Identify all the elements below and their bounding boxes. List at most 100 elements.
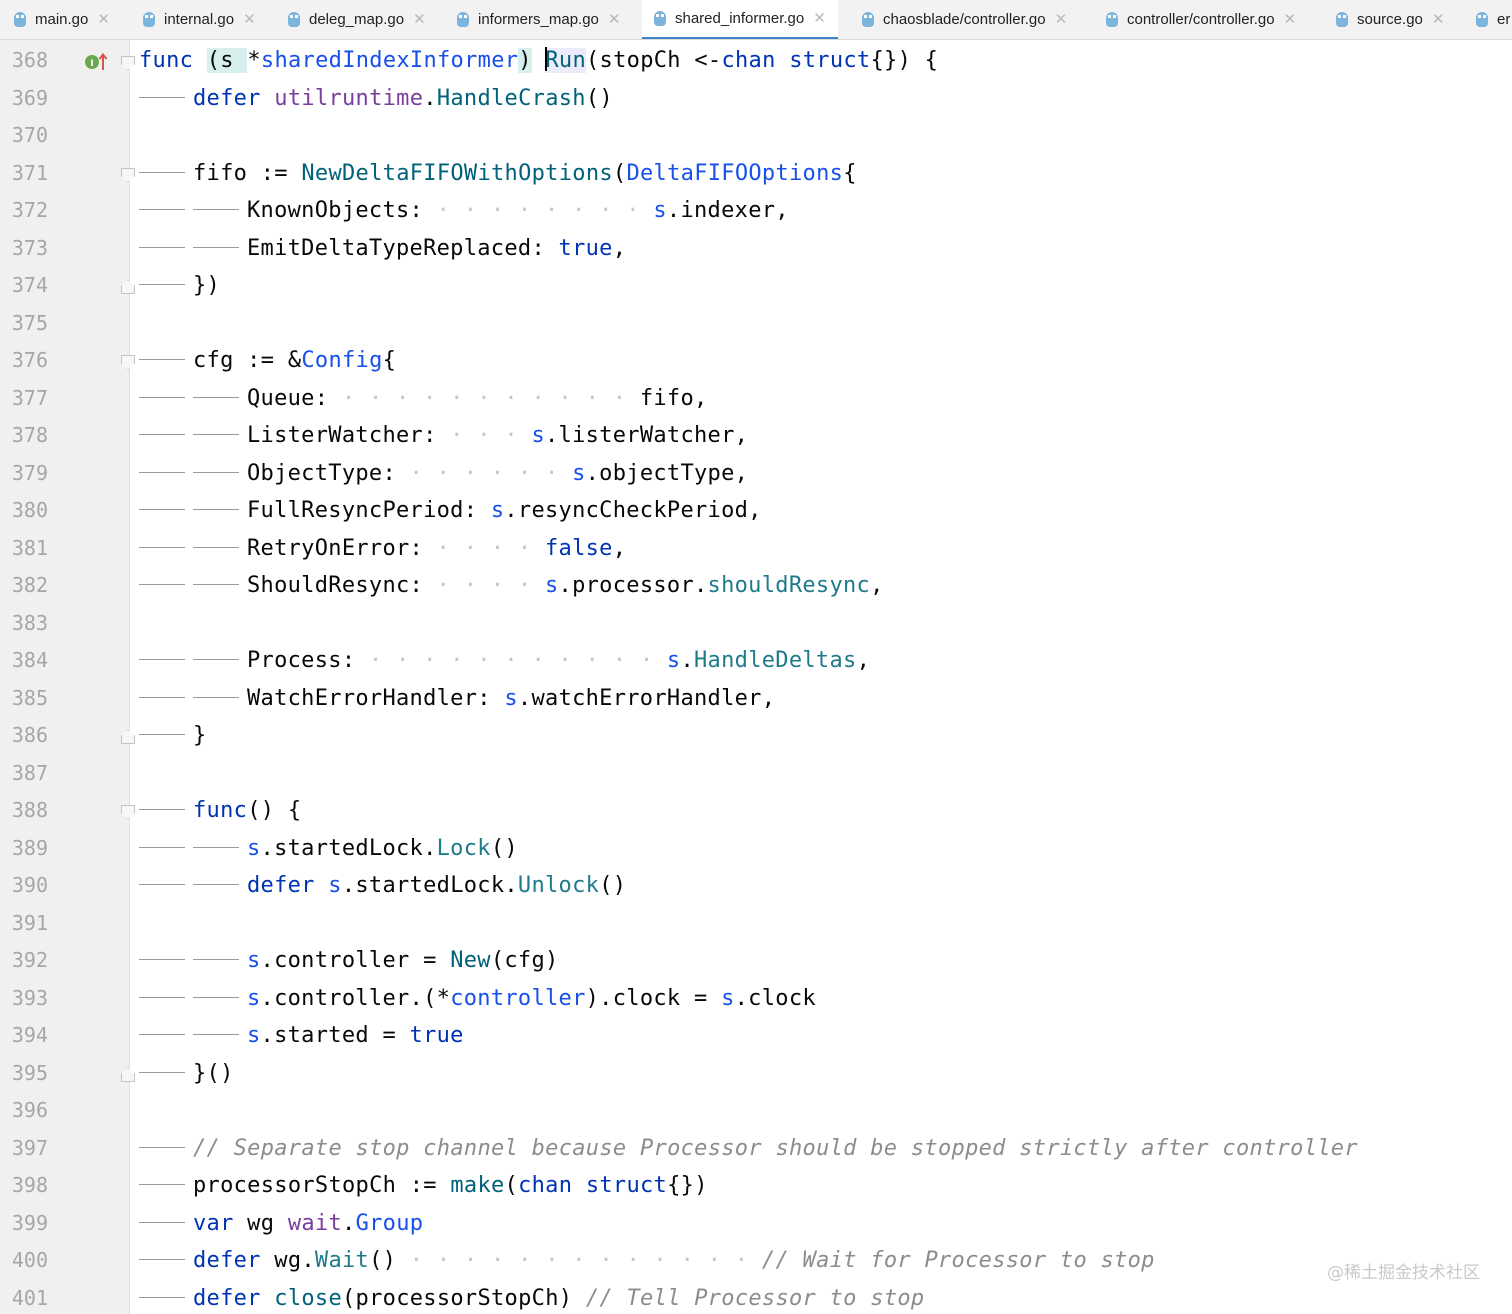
line-number: 394 — [11, 1023, 48, 1047]
code-line[interactable]: 395 }() — [0, 1055, 1512, 1093]
go-file-icon — [1106, 12, 1118, 27]
code-text: var wg wait.Group — [139, 1205, 423, 1243]
go-file-icon — [862, 12, 874, 27]
code-line[interactable]: 399 var wg wait.Group — [0, 1205, 1512, 1243]
code-line[interactable]: 370 — [0, 117, 1512, 155]
code-line[interactable]: 390 defer s.startedLock.Unlock() — [0, 867, 1512, 905]
close-icon[interactable]: ✕ — [1432, 10, 1445, 30]
close-icon[interactable]: ✕ — [243, 10, 256, 30]
code-line[interactable]: 383 — [0, 605, 1512, 643]
code-line[interactable]: 368 func (s *sharedIndexInformer) Run(st… — [0, 42, 1512, 80]
code-text: // Separate stop channel because Process… — [139, 1130, 1358, 1168]
code-line[interactable]: 393 s.controller.(*controller).clock = s… — [0, 980, 1512, 1018]
go-file-icon — [1476, 12, 1488, 27]
code-line[interactable]: 401 defer close(processorStopCh) // Tell… — [0, 1280, 1512, 1314]
code-line[interactable]: 387 — [0, 755, 1512, 793]
code-line[interactable]: 374 }) — [0, 267, 1512, 305]
line-number: 370 — [11, 123, 48, 147]
code-line[interactable]: 386 } — [0, 717, 1512, 755]
code-line[interactable]: 380 FullResyncPeriod: s.resyncCheckPerio… — [0, 492, 1512, 530]
code-text: defer s.startedLock.Unlock() — [139, 867, 626, 905]
tab-label: shared_informer.go — [675, 9, 805, 27]
code-line[interactable]: 376 cfg := &Config{ — [0, 342, 1512, 380]
line-number: 369 — [11, 85, 48, 110]
tab-internal-go[interactable]: internal.go ✕ — [143, 0, 256, 39]
implementation-up-icon[interactable]: I — [84, 52, 108, 72]
svg-text:I: I — [90, 59, 93, 69]
line-number: 379 — [11, 460, 48, 485]
code-text: defer close(processorStopCh) // Tell Pro… — [139, 1280, 924, 1314]
code-text: defer wg.Wait() · · · · · · · · · · · · … — [139, 1242, 1155, 1280]
close-icon[interactable]: ✕ — [1284, 10, 1297, 30]
line-number: 399 — [11, 1210, 48, 1235]
code-line[interactable]: 375 — [0, 305, 1512, 343]
code-text: ShouldResync: · · · · s.processor.should… — [139, 567, 884, 605]
close-icon[interactable]: ✕ — [608, 10, 621, 30]
code-line[interactable]: 388 func() { — [0, 792, 1512, 830]
close-icon[interactable]: ✕ — [1055, 10, 1068, 30]
code-text: s.controller.(*controller).clock = s.clo… — [139, 980, 816, 1018]
code-line[interactable]: 394 s.started = true — [0, 1017, 1512, 1055]
code-text: s.controller = New(cfg) — [139, 942, 559, 980]
line-number: 388 — [11, 798, 48, 822]
code-editor[interactable]: 368 func (s *sharedIndexInformer) Run(st… — [0, 40, 1512, 1314]
code-line[interactable]: 396 — [0, 1092, 1512, 1130]
tab-chaosblade-controller-go[interactable]: chaosblade/controller.go ✕ — [862, 0, 1067, 39]
tab-shared-informer-go[interactable]: shared_informer.go ✕ — [642, 0, 838, 39]
line-number: 377 — [11, 385, 48, 410]
line-number: 381 — [11, 535, 48, 560]
tab-deleg-map-go[interactable]: deleg_map.go ✕ — [288, 0, 426, 39]
code-line[interactable]: 372 KnownObjects: · · · · · · · · s.inde… — [0, 192, 1512, 230]
code-line[interactable]: 384 Process: · · · · · · · · · · · s.Han… — [0, 642, 1512, 680]
code-text: RetryOnError: · · · · false, — [139, 530, 626, 568]
code-line[interactable]: 392 s.controller = New(cfg) — [0, 942, 1512, 980]
code-text: cfg := &Config{ — [139, 342, 396, 380]
tab-label: main.go — [35, 10, 89, 28]
code-text: }() — [139, 1055, 234, 1093]
close-icon[interactable]: ✕ — [413, 10, 426, 30]
code-line[interactable]: 373 EmitDeltaTypeReplaced: true, — [0, 230, 1512, 268]
code-line[interactable]: 371 fifo := NewDeltaFIFOWithOptions(Delt… — [0, 155, 1512, 193]
line-number: 368 — [11, 48, 48, 72]
code-text: }) — [139, 267, 220, 305]
code-text: WatchErrorHandler: s.watchErrorHandler, — [139, 680, 775, 718]
tab-informers-map-go[interactable]: informers_map.go ✕ — [457, 0, 620, 39]
code-text: func() { — [139, 792, 301, 830]
tab-label: source.go — [1357, 10, 1423, 28]
tab-main-go[interactable]: main.go ✕ — [14, 0, 110, 39]
code-line[interactable]: 382 ShouldResync: · · · · s.processor.sh… — [0, 567, 1512, 605]
code-line[interactable]: 400 defer wg.Wait() · · · · · · · · · · … — [0, 1242, 1512, 1280]
close-icon[interactable]: ✕ — [97, 10, 110, 30]
watermark: @稀土掘金技术社区 — [1327, 1263, 1480, 1283]
tab-source-go[interactable]: source.go ✕ — [1336, 0, 1444, 39]
close-icon[interactable]: ✕ — [813, 9, 826, 29]
code-text: EmitDeltaTypeReplaced: true, — [139, 230, 626, 268]
line-number: 374 — [11, 273, 48, 297]
code-text: fifo := NewDeltaFIFOWithOptions(DeltaFIF… — [139, 155, 857, 193]
tab-label: deleg_map.go — [309, 10, 405, 28]
code-line[interactable]: 381 RetryOnError: · · · · false, — [0, 530, 1512, 568]
code-line[interactable]: 397 // Separate stop channel because Pro… — [0, 1130, 1512, 1168]
editor-tab-bar: main.go ✕ internal.go ✕ deleg_map.go ✕ i… — [0, 0, 1512, 40]
code-line[interactable]: 398 processorStopCh := make(chan struct{… — [0, 1167, 1512, 1205]
tab-label: controller/controller.go — [1127, 10, 1275, 28]
tab-controller-controller-go[interactable]: controller/controller.go ✕ — [1106, 0, 1296, 39]
code-text: KnownObjects: · · · · · · · · s.indexer, — [139, 192, 789, 230]
go-file-icon — [457, 12, 469, 27]
code-text: s.startedLock.Lock() — [139, 830, 518, 868]
line-number: 397 — [11, 1135, 48, 1160]
tab-truncated[interactable]: er — [1476, 0, 1510, 39]
code-line[interactable]: 369 defer utilruntime.HandleCrash() — [0, 80, 1512, 118]
line-number: 385 — [11, 685, 48, 710]
line-number: 375 — [11, 310, 48, 335]
code-line[interactable]: 389 s.startedLock.Lock() — [0, 830, 1512, 868]
code-text: FullResyncPeriod: s.resyncCheckPeriod, — [139, 492, 762, 530]
line-number: 387 — [11, 760, 48, 785]
code-line[interactable]: 391 — [0, 905, 1512, 943]
tab-label: internal.go — [164, 10, 235, 28]
code-line[interactable]: 385 WatchErrorHandler: s.watchErrorHandl… — [0, 680, 1512, 718]
line-number: 398 — [11, 1173, 48, 1197]
code-line[interactable]: 377 Queue: · · · · · · · · · · · fifo, — [0, 380, 1512, 418]
code-line[interactable]: 378 ListerWatcher: · · · s.listerWatcher… — [0, 417, 1512, 455]
code-line[interactable]: 379 ObjectType: · · · · · · s.objectType… — [0, 455, 1512, 493]
